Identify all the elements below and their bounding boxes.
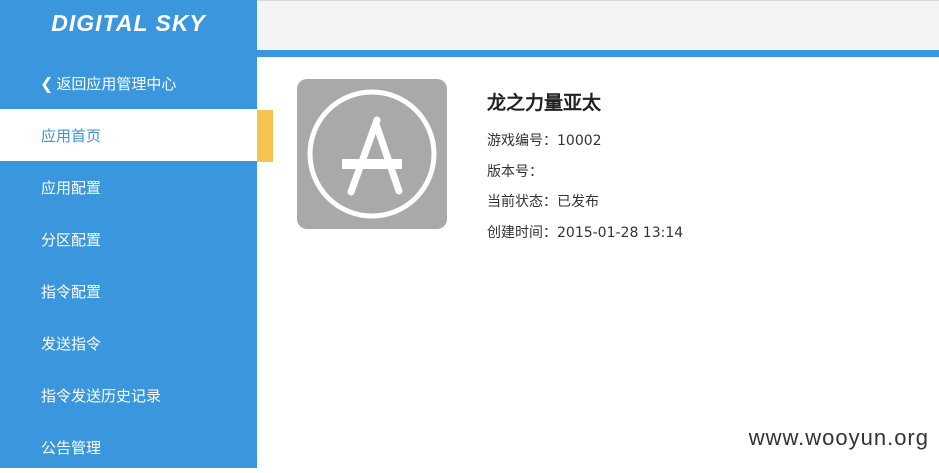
sidebar-item-label: 应用配置 [41, 178, 102, 197]
sidebar-item-label: 指令配置 [41, 282, 102, 301]
back-to-app-center-link[interactable]: ❮ 返回应用管理中心 [0, 57, 257, 109]
app-info: 龙之力量亚太 游戏编号：10002 版本号： 当前状态：已发布 创建时间：201… [487, 88, 683, 248]
logo: DIGITAL SKY [51, 9, 206, 36]
game-id-row: 游戏编号：10002 [487, 126, 683, 157]
sidebar-item-label: 应用首页 [41, 126, 102, 145]
back-label: 返回应用管理中心 [56, 74, 177, 93]
top-header [257, 0, 939, 51]
sidebar-item-command-history[interactable]: 指令发送历史记录 [0, 369, 257, 421]
status-value: 已发布 [557, 194, 599, 210]
sidebar-item-command-config[interactable]: 指令配置 [0, 265, 257, 317]
sidebar-item-label: 分区配置 [41, 230, 102, 249]
app-store-icon [297, 79, 447, 229]
sidebar-item-app-config[interactable]: 应用配置 [0, 161, 257, 213]
sidebar-item-zone-config[interactable]: 分区配置 [0, 213, 257, 265]
created-value: 2015-01-28 13:14 [557, 224, 684, 241]
logo-bar: DIGITAL SKY [0, 0, 257, 52]
created-label: 创建时间： [487, 224, 557, 241]
game-id-label: 游戏编号： [487, 133, 557, 149]
status-label: 当前状态： [487, 194, 557, 210]
header-divider [0, 50, 939, 57]
created-row: 创建时间：2015-01-28 13:14 [487, 218, 683, 249]
sidebar-item-app-home[interactable]: 应用首页 [0, 109, 257, 161]
game-id-value: 10002 [557, 133, 602, 149]
active-indicator [257, 110, 273, 162]
sidebar-item-send-command[interactable]: 发送指令 [0, 317, 257, 369]
sidebar-item-label: 发送指令 [41, 334, 102, 353]
version-row: 版本号： [487, 157, 683, 188]
sidebar-item-label: 公告管理 [41, 438, 102, 457]
version-label: 版本号： [487, 163, 543, 180]
app-name: 龙之力量亚太 [487, 92, 602, 114]
sidebar: ❮ 返回应用管理中心 应用首页 应用配置 分区配置 指令配置 发送指令 指令发送… [0, 57, 257, 468]
watermark: www.wooyun.org [748, 425, 929, 450]
status-row: 当前状态：已发布 [487, 187, 683, 218]
chevron-left-icon: ❮ [40, 73, 54, 93]
sidebar-item-label: 指令发送历史记录 [41, 386, 162, 405]
sidebar-item-announcements[interactable]: 公告管理 [0, 421, 257, 473]
